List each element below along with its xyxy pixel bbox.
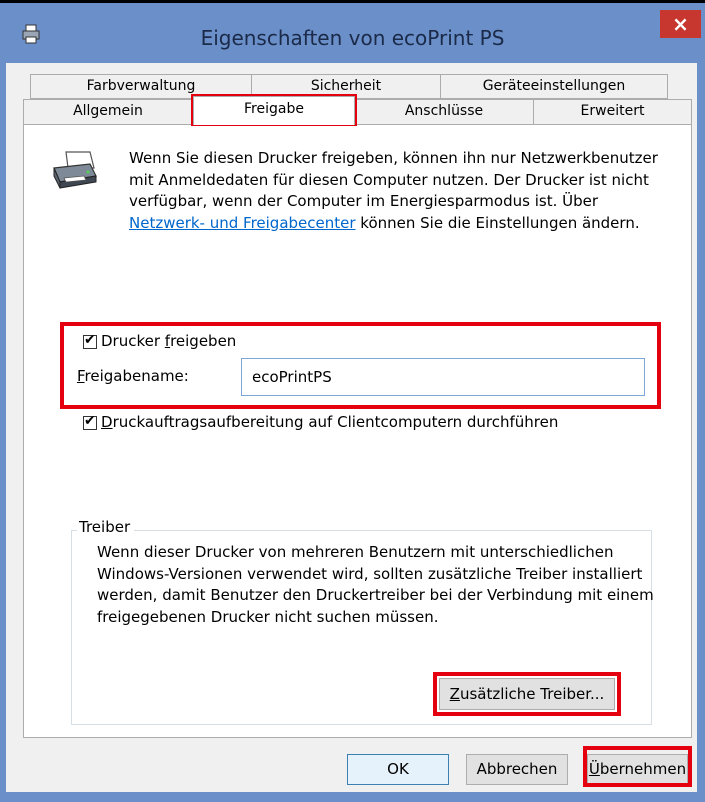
description-text: Wenn Sie diesen Drucker freigeben, könne… — [129, 149, 658, 210]
window-title: Eigenschaften von ecoPrint PS — [200, 26, 505, 50]
description-text-end: können Sie die Einstellungen ändern. — [355, 213, 640, 232]
tab-anschluesse[interactable]: Anschlüsse — [354, 99, 534, 125]
tab-allgemein[interactable]: Allgemein — [23, 99, 193, 125]
dialog-window: Eigenschaften von ecoPrint PS × Farbverw… — [0, 0, 705, 802]
tab-freigabe[interactable]: Freigabe — [193, 96, 355, 125]
drivers-legend: Treiber — [77, 518, 135, 536]
render-jobs-label[interactable]: Druckauftragsaufbereitung auf Clientcomp… — [101, 413, 558, 431]
tab-geraeteeinstellungen[interactable]: Geräteeinstellungen — [440, 74, 668, 99]
ok-button[interactable]: OK — [347, 754, 449, 785]
top-border — [0, 0, 705, 3]
close-icon: × — [672, 12, 689, 36]
tab-erweitert[interactable]: Erweitert — [533, 99, 692, 125]
cancel-button[interactable]: Abbrechen — [466, 754, 568, 785]
drivers-description: Wenn dieser Drucker von mehreren Benutze… — [97, 543, 654, 626]
render-jobs-checkbox[interactable] — [83, 413, 97, 430]
highlight-apply-button — [583, 746, 692, 787]
highlight-drivers-button — [433, 672, 621, 716]
printer-icon — [53, 151, 97, 189]
sharing-description: Wenn Sie diesen Drucker freigeben, könne… — [129, 148, 669, 234]
highlight-share-group — [60, 322, 661, 409]
network-sharing-center-link[interactable]: Netzwerk- und Freigabecenter — [129, 214, 356, 232]
close-button[interactable]: × — [660, 10, 701, 38]
